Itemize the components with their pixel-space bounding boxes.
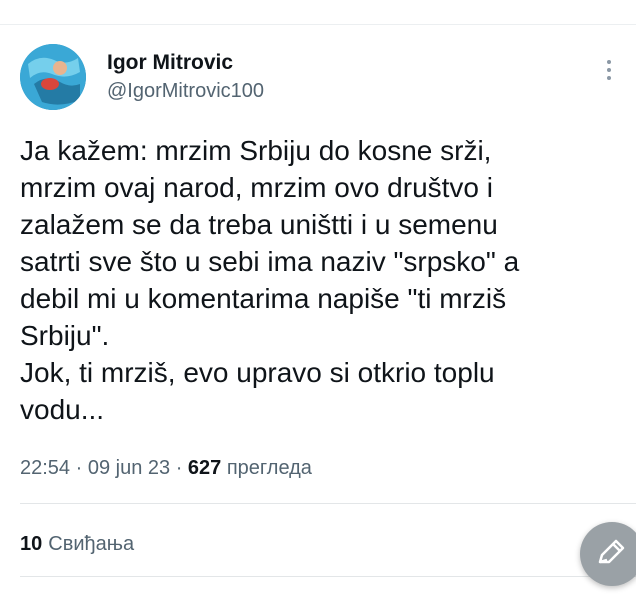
compose-button[interactable]	[580, 522, 636, 586]
meta-separator: ·	[170, 457, 188, 479]
tweet-time[interactable]: 22:54	[20, 457, 70, 479]
views-count: 627	[187, 457, 222, 479]
likes-label: Свиђања	[48, 533, 135, 555]
author-handle[interactable]: @IgorMitrovic100	[107, 78, 264, 104]
more-vertical-icon[interactable]	[604, 60, 614, 86]
author-display-name[interactable]: Igor Mitrovic	[107, 50, 264, 76]
meta-separator: ·	[70, 457, 88, 479]
tweet-date[interactable]: 09 jun 23	[88, 457, 170, 479]
divider	[20, 576, 636, 577]
likes-row[interactable]: 10 Свиђања	[20, 531, 134, 557]
author-block: Igor Mitrovic @IgorMitrovic100	[107, 50, 264, 104]
views-label: прегледа	[221, 457, 312, 479]
divider	[20, 503, 636, 504]
likes-count: 10	[20, 533, 43, 555]
top-divider	[0, 24, 636, 25]
tweet-meta: 22:54 · 09 jun 23 · 627 прегледа	[20, 455, 312, 481]
avatar[interactable]	[20, 44, 86, 110]
tweet-text: Ja kažem: mrzim Srbiju do kosne srži, mr…	[20, 135, 520, 425]
pencil-icon	[598, 539, 625, 564]
